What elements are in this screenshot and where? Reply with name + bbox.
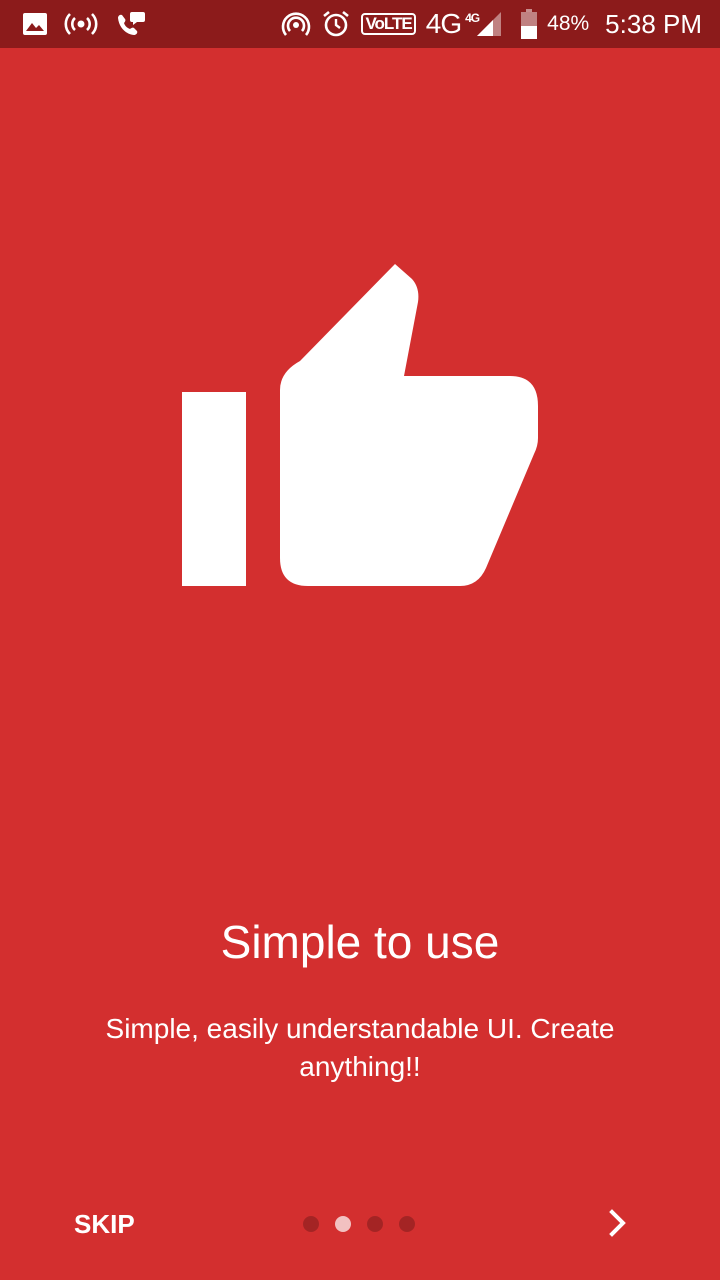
status-bar-right: VoLTE 4G 4G 48% 5:38 PM (281, 9, 702, 40)
gallery-icon (22, 12, 48, 36)
alarm-icon (321, 9, 351, 39)
page-indicator-dot-4[interactable] (399, 1216, 415, 1232)
wifi-hotspot-icon (281, 10, 311, 38)
onboarding-title: Simple to use (220, 916, 500, 968)
status-bar: VoLTE 4G 4G 48% 5:38 PM (0, 0, 720, 48)
network-type-superscript: 4G (465, 11, 480, 25)
battery-percentage: 48% (547, 12, 590, 35)
network-type-text: 4G (425, 8, 462, 39)
page-indicator-dot-1[interactable] (303, 1216, 319, 1232)
page-indicator (303, 1216, 415, 1232)
chevron-right-icon (607, 1208, 629, 1241)
signal-icon (475, 10, 503, 38)
battery-icon (521, 9, 538, 39)
skip-button[interactable]: SKIP (56, 1192, 153, 1256)
page-indicator-dot-3[interactable] (367, 1216, 383, 1232)
hotspot-broadcast-icon (64, 11, 98, 37)
onboarding-description: Simple, easily understandable UI. Create… (105, 1013, 615, 1082)
next-button[interactable] (590, 1196, 646, 1252)
onboarding-screen: VoLTE 4G 4G 48% 5:38 PM Simple to use Si… (0, 0, 720, 1280)
network-type-label: 4G 4G (425, 8, 480, 39)
missed-call-icon (114, 10, 146, 38)
page-indicator-dot-2[interactable] (335, 1216, 351, 1232)
thumbs-up-icon (180, 262, 540, 588)
status-bar-clock: 5:38 PM (605, 8, 702, 39)
volte-badge: VoLTE (361, 13, 416, 35)
status-bar-left (22, 10, 146, 38)
